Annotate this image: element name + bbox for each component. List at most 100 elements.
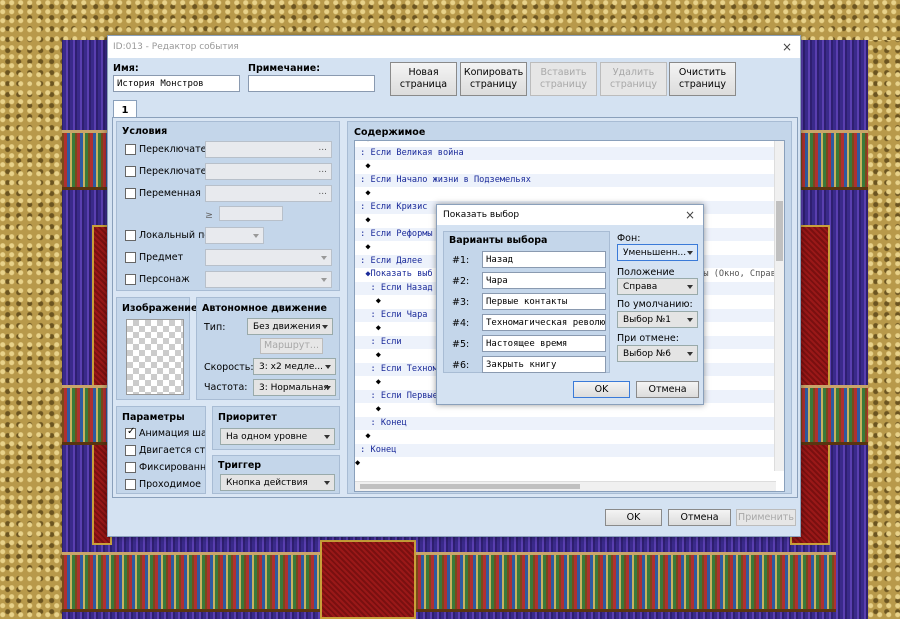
command-row[interactable]: : Конец [355, 443, 784, 457]
event-image-preview[interactable] [126, 319, 184, 395]
choice-field[interactable]: Чара [482, 272, 606, 289]
choice-number: #4: [452, 318, 470, 329]
choices-ok-button[interactable]: OK [573, 381, 630, 398]
copy-page-button[interactable]: Копировать страницу [460, 62, 527, 96]
command-row[interactable]: ◆ [355, 430, 784, 444]
command-text: : Конец [355, 417, 407, 428]
window-titlebar[interactable]: ID:013 - Редактор события × [108, 36, 800, 58]
switch2-checkbox[interactable] [125, 166, 136, 177]
choices-title: Варианты выбора [449, 235, 548, 246]
command-row[interactable]: ◆ [355, 457, 784, 471]
item-checkbox[interactable] [125, 252, 136, 263]
command-text: : Если Великая война [355, 147, 464, 158]
window-position-select[interactable]: Справа [617, 278, 698, 295]
speed-select[interactable]: 3: x2 медле... [253, 358, 336, 375]
command-text: ◆ [355, 404, 381, 414]
choice-field[interactable]: Назад [482, 251, 606, 268]
command-text: ◆ [355, 350, 381, 360]
walking-anim-checkbox[interactable] [125, 426, 136, 439]
chevron-down-icon [321, 256, 327, 260]
cancel-button[interactable]: Отмена [668, 509, 731, 526]
paste-page-button[interactable]: Вставить страницу [530, 62, 597, 96]
switch2-select[interactable]: ... [205, 163, 332, 180]
command-text: ◆ [355, 242, 371, 252]
command-row[interactable]: ◆ [355, 160, 784, 174]
choice-field[interactable]: Закрыть книгу [482, 356, 606, 373]
close-icon[interactable]: × [685, 208, 695, 222]
variable-value-spin[interactable] [219, 206, 283, 221]
command-row[interactable]: ◆ [355, 403, 784, 417]
default-select[interactable]: Выбор №1 [617, 311, 698, 328]
ellipsis-icon: ... [318, 143, 327, 153]
window-title: ID:013 - Редактор события [113, 42, 239, 52]
through-checkbox[interactable] [125, 479, 136, 490]
apply-button[interactable]: Применить [736, 509, 796, 526]
direction-fix-checkbox[interactable] [125, 462, 136, 473]
trigger-select[interactable]: Кнопка действия [220, 474, 335, 491]
command-text: : Конец [355, 444, 397, 455]
show-choices-dialog: Показать выбор × Варианты выбора #1: Наза… [436, 204, 704, 405]
priority-select[interactable]: На одном уровне [220, 428, 335, 445]
choices-panel: Варианты выбора #1: Назад #2: Чара #3: Первые… [443, 231, 610, 373]
choice-number: #1: [452, 255, 470, 266]
horizontal-scrollbar[interactable] [355, 481, 776, 491]
delete-page-button[interactable]: Удалить страницу [600, 62, 667, 96]
options-panel: Параметры Анимация шага Двигается стоя Ф… [116, 406, 206, 494]
choice-field[interactable]: Настоящее время [482, 335, 606, 352]
self-switch-select[interactable] [205, 227, 264, 244]
speed-label: Скорость: [204, 362, 254, 373]
actor-select[interactable] [205, 271, 332, 288]
new-page-button[interactable]: Новая страница [390, 62, 457, 96]
bg-bookshelf [62, 385, 108, 445]
stepping-anim-checkbox[interactable] [125, 445, 136, 456]
actor-label: Персонаж [139, 274, 190, 285]
command-row[interactable]: : Конец [355, 416, 784, 430]
ellipsis-icon: ... [318, 165, 327, 175]
choice-field[interactable]: Техномагическая революция [482, 314, 606, 331]
route-button[interactable]: Маршрут... [260, 338, 323, 354]
bg-bookshelf [800, 385, 868, 445]
tab-page-1[interactable]: 1 [113, 100, 137, 118]
switch1-checkbox[interactable] [125, 144, 136, 155]
image-title: Изображение [122, 303, 198, 314]
choices-cancel-button[interactable]: Отмена [636, 381, 699, 398]
switch1-select[interactable]: ... [205, 141, 332, 158]
background-select[interactable]: Уменьшенн... [617, 244, 698, 261]
name-field[interactable]: История Монстров [113, 75, 240, 92]
chevron-down-icon [321, 278, 327, 282]
bg-bookshelf [800, 130, 868, 190]
hscroll-thumb[interactable] [360, 484, 580, 489]
priority-panel: Приоритет На одном уровне [212, 406, 340, 450]
command-text: : Если Назад [355, 282, 433, 293]
stepping-anim-label: Двигается стоя [139, 445, 205, 456]
conditions-panel: Условия Переключатель ... Переключатель … [116, 121, 340, 291]
choices-titlebar[interactable]: Показать выбор × [437, 205, 703, 225]
variable-checkbox[interactable] [125, 188, 136, 199]
freq-select[interactable]: 3: Нормальная [253, 379, 336, 396]
self-switch-checkbox[interactable] [125, 230, 136, 241]
switch2-label: Переключатель [139, 166, 205, 177]
close-icon[interactable]: × [782, 40, 792, 54]
item-select[interactable] [205, 249, 332, 266]
scroll-thumb[interactable] [776, 201, 783, 261]
variable-select[interactable]: ... [205, 185, 332, 202]
choice-field[interactable]: Первые контакты [482, 293, 606, 310]
command-row[interactable]: : Если Начало жизни в Подземельях [355, 173, 784, 187]
on-cancel-select[interactable]: Выбор №6 [617, 345, 698, 362]
note-field[interactable] [248, 75, 375, 92]
ge-sign: ≥ [205, 210, 213, 221]
command-row[interactable]: ◆ [355, 187, 784, 201]
note-label: Примечание: [248, 63, 321, 74]
clear-page-button[interactable]: Очистить страницу [669, 62, 736, 96]
command-row[interactable]: : Если Великая война [355, 146, 784, 160]
background-value: Уменьшенн... [623, 248, 687, 258]
ok-button[interactable]: OK [605, 509, 662, 526]
move-type-select[interactable]: Без движения [247, 318, 333, 335]
command-text: : Если Начало жизни в Подземельях [355, 174, 531, 185]
actor-checkbox[interactable] [125, 274, 136, 285]
conditions-title: Условия [122, 126, 168, 137]
bg-stone-right [868, 0, 900, 619]
vertical-scrollbar[interactable] [774, 141, 784, 471]
choice-number: #5: [452, 339, 470, 350]
ellipsis-icon: ... [318, 187, 327, 197]
